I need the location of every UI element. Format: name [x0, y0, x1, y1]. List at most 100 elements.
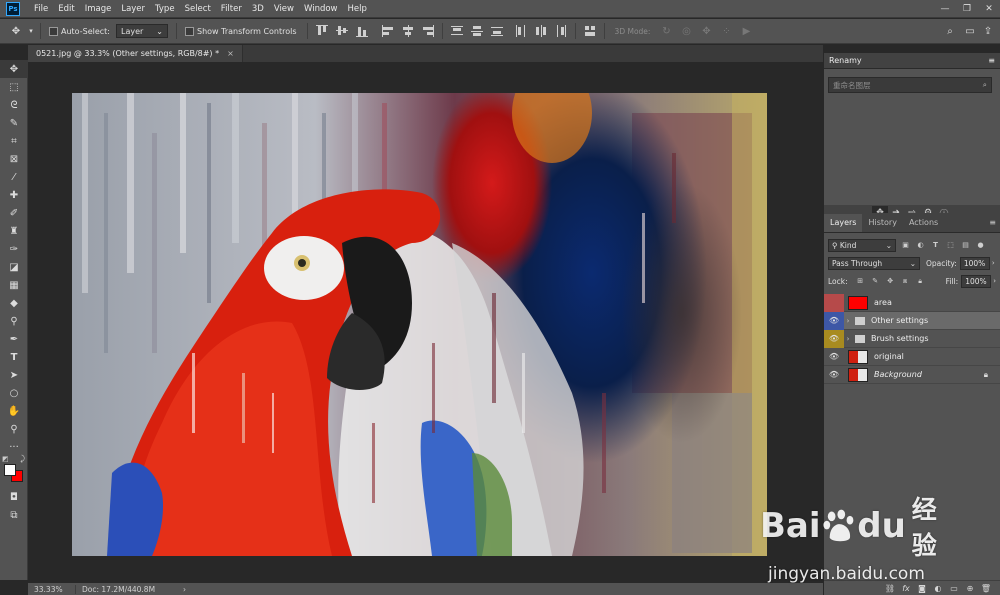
quick-mask-icon[interactable]: ◘	[0, 488, 28, 506]
panel-menu-icon[interactable]: ≡	[989, 218, 996, 227]
filter-kind-dropdown[interactable]: ⚲ Kind ⌄	[828, 238, 896, 252]
menu-file[interactable]: File	[29, 0, 53, 18]
eye-icon[interactable]: 👁︎	[824, 311, 844, 330]
menu-type[interactable]: Type	[150, 0, 180, 18]
3d-slide-icon[interactable]: ⁘	[716, 21, 736, 41]
new-layer-icon[interactable]: ⊕	[962, 582, 978, 594]
tab-actions[interactable]: Actions	[903, 214, 944, 232]
canvas-image[interactable]	[72, 93, 767, 556]
chevron-right-icon[interactable]: ›	[993, 277, 996, 285]
filter-shape-icon[interactable]: ⬚	[945, 240, 956, 251]
3d-roll-icon[interactable]: ◎	[676, 21, 696, 41]
auto-align-layers-icon[interactable]	[582, 23, 598, 39]
eyedropper-tool-icon[interactable]: ⁄	[0, 168, 28, 186]
restore-icon[interactable]: ❐	[956, 0, 978, 18]
filter-pixel-icon[interactable]: ▣	[900, 240, 911, 251]
lock-position-icon[interactable]: ✥	[885, 276, 896, 287]
shape-tool-icon[interactable]: ○	[0, 384, 28, 402]
workspace-icon[interactable]: ▭	[960, 21, 980, 41]
lock-all-icon[interactable]: 🔒︎	[915, 276, 926, 287]
3d-pan-icon[interactable]: ✥	[696, 21, 716, 41]
add-mask-icon[interactable]: ◙	[914, 582, 930, 594]
eye-icon[interactable]: 👁︎	[824, 348, 844, 366]
auto-select-target-dropdown[interactable]: Layer ⌄	[115, 24, 168, 38]
brush-tool-icon[interactable]: ✐	[0, 204, 28, 222]
menu-image[interactable]: Image	[80, 0, 117, 18]
menu-layer[interactable]: Layer	[116, 0, 150, 18]
search-icon[interactable]: ⌕	[983, 80, 987, 90]
chevron-right-icon[interactable]: ›	[844, 317, 852, 325]
type-tool-icon[interactable]: T	[0, 348, 28, 366]
path-selection-tool-icon[interactable]: ➤	[0, 366, 28, 384]
align-left-icon[interactable]	[380, 23, 396, 39]
menu-3d[interactable]: 3D	[247, 0, 269, 18]
3d-camera-icon[interactable]: ▶	[736, 21, 756, 41]
chevron-down-icon[interactable]: ▾	[26, 21, 36, 41]
zoom-tool-icon[interactable]: ⚲	[0, 420, 28, 438]
clone-stamp-tool-icon[interactable]: ♜	[0, 222, 28, 240]
show-transform-checkbox[interactable]	[184, 26, 194, 36]
align-right-icon[interactable]	[420, 23, 436, 39]
link-layers-icon[interactable]: ⛓	[882, 582, 898, 594]
canvas-area[interactable]	[28, 62, 823, 582]
distribute-hcenter-icon[interactable]	[533, 23, 549, 39]
lock-transparent-icon[interactable]: ⊞	[855, 276, 866, 287]
crop-tool-icon[interactable]: ⌗	[0, 132, 28, 150]
blur-tool-icon[interactable]: ◆	[0, 294, 28, 312]
move-tool-preset-icon[interactable]: ✥	[6, 21, 26, 41]
menu-help[interactable]: Help	[343, 0, 372, 18]
renamy-search-input[interactable]: 重命名图层 ⌕	[828, 77, 992, 93]
fill-field[interactable]: 100%	[961, 274, 992, 288]
swap-colors-icon[interactable]: ⤸	[20, 454, 25, 464]
gradient-tool-icon[interactable]: ▦	[0, 276, 28, 294]
layer-other-settings[interactable]: 👁︎ › Other settings	[824, 311, 1000, 330]
marquee-tool-icon[interactable]: ⬚	[0, 78, 28, 96]
auto-select-checkbox[interactable]	[49, 26, 58, 36]
close-tab-icon[interactable]: ×	[227, 49, 234, 58]
distribute-vcenter-icon[interactable]	[469, 23, 485, 39]
filter-adjustment-icon[interactable]: ◐	[915, 240, 926, 251]
distribute-bottom-icon[interactable]	[489, 23, 505, 39]
healing-brush-tool-icon[interactable]: ✚	[0, 186, 28, 204]
pen-tool-icon[interactable]: ✒	[0, 330, 28, 348]
foreground-color-swatch[interactable]	[4, 464, 16, 476]
align-horizontal-center-icon[interactable]	[400, 23, 416, 39]
close-window-icon[interactable]: ✕	[978, 0, 1000, 18]
screen-mode-icon[interactable]: ⧉	[0, 506, 28, 524]
status-menu-arrow[interactable]: ›	[177, 585, 192, 594]
menu-view[interactable]: View	[269, 0, 299, 18]
layer-brush-settings[interactable]: 👁︎ › Brush settings	[824, 329, 1000, 348]
document-tab[interactable]: 0521.jpg @ 33.3% (Other settings, RGB/8#…	[28, 45, 243, 62]
move-tool-icon[interactable]: ✥	[0, 60, 28, 78]
filter-smart-object-icon[interactable]: ▤	[960, 240, 971, 251]
layer-style-icon[interactable]: fx	[898, 582, 914, 594]
eye-icon[interactable]: 👁︎	[824, 366, 844, 384]
lasso-tool-icon[interactable]: ᘓ	[0, 96, 28, 114]
zoom-level[interactable]: 33.33%	[28, 584, 76, 594]
layer-area[interactable]: area	[824, 293, 1000, 312]
document-info[interactable]: Doc: 17.2M/440.8M	[76, 585, 161, 594]
3d-orbit-icon[interactable]: ↻	[656, 21, 676, 41]
chevron-right-icon[interactable]: ›	[844, 335, 852, 343]
share-icon[interactable]: ⇪	[978, 21, 998, 41]
frame-tool-icon[interactable]: ⊠	[0, 150, 28, 168]
blend-mode-dropdown[interactable]: Pass Through ⌄	[828, 256, 920, 270]
eraser-tool-icon[interactable]: ◪	[0, 258, 28, 276]
align-bottom-icon[interactable]	[354, 23, 370, 39]
dodge-tool-icon[interactable]: ⚲	[0, 312, 28, 330]
lock-artboard-icon[interactable]: ⧈	[900, 276, 911, 287]
quick-select-tool-icon[interactable]: ✎	[0, 114, 28, 132]
trash-icon[interactable]: 🗑︎	[978, 582, 994, 594]
tab-layers[interactable]: Layers	[824, 214, 863, 232]
history-brush-tool-icon[interactable]: ✑	[0, 240, 28, 258]
lock-icon[interactable]: 🔒︎	[984, 370, 988, 380]
layer-background[interactable]: 👁︎ Background 🔒︎	[824, 366, 1000, 384]
new-group-icon[interactable]: ▭	[946, 582, 962, 594]
distribute-right-icon[interactable]	[553, 23, 569, 39]
panel-menu-icon[interactable]: ≡	[988, 56, 995, 65]
lock-image-icon[interactable]: ✎	[870, 276, 881, 287]
menu-filter[interactable]: Filter	[216, 0, 247, 18]
eye-icon[interactable]: 👁︎	[824, 329, 844, 348]
distribute-top-icon[interactable]	[449, 23, 465, 39]
chevron-right-icon[interactable]: ›	[992, 259, 995, 267]
